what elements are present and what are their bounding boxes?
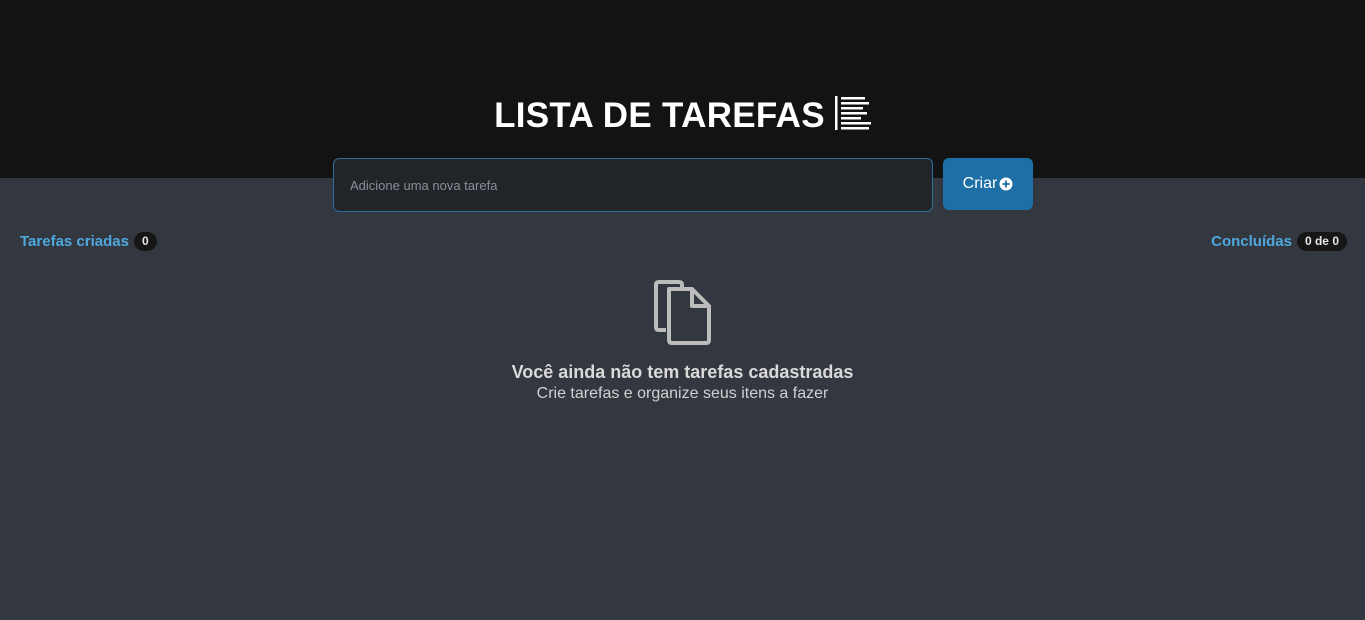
create-button-label: Criar xyxy=(962,175,998,192)
list-lines-icon xyxy=(834,96,871,130)
new-task-input[interactable] xyxy=(333,158,933,212)
done-counter-label: Concluídas xyxy=(1211,233,1292,250)
done-counter: Concluídas 0 de 0 xyxy=(1211,232,1347,251)
empty-state-title: Você ainda não tem tarefas cadastradas xyxy=(511,362,854,382)
created-counter: Tarefas criadas 0 xyxy=(20,232,157,251)
create-button[interactable]: Criar xyxy=(943,158,1033,210)
page-title: LISTA DE TAREFAS xyxy=(0,96,1365,136)
done-counter-badge: 0 de 0 xyxy=(1296,232,1347,251)
task-counters: Tarefas criadas 0 Concluídas 0 de 0 xyxy=(20,232,1347,251)
created-counter-label: Tarefas criadas xyxy=(20,233,129,250)
documents-icon xyxy=(653,280,712,346)
empty-state: Você ainda não tem tarefas cadastradas C… xyxy=(0,280,1365,403)
created-counter-badge: 0 xyxy=(133,232,157,251)
empty-state-subtitle: Crie tarefas e organize seus itens a faz… xyxy=(536,385,829,402)
plus-circle-icon xyxy=(999,177,1013,191)
page-title-text: LISTA DE TAREFAS xyxy=(494,96,825,135)
new-task-form: Criar xyxy=(333,158,1033,212)
header xyxy=(0,0,1365,178)
